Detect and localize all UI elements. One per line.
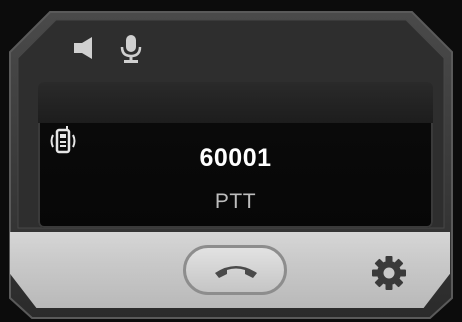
display-screen: 60001 PTT xyxy=(38,82,433,228)
hang-up-icon xyxy=(211,261,261,286)
end-call-button[interactable] xyxy=(183,245,287,295)
settings-button[interactable] xyxy=(371,255,407,296)
speaker-icon xyxy=(72,36,98,65)
microphone-icon xyxy=(118,34,144,69)
gear-icon xyxy=(371,256,407,295)
device-panel: 60001 PTT xyxy=(0,0,462,322)
call-mode: PTT xyxy=(214,190,257,213)
screen-top-band xyxy=(38,82,433,123)
call-number: 60001 xyxy=(199,144,272,172)
